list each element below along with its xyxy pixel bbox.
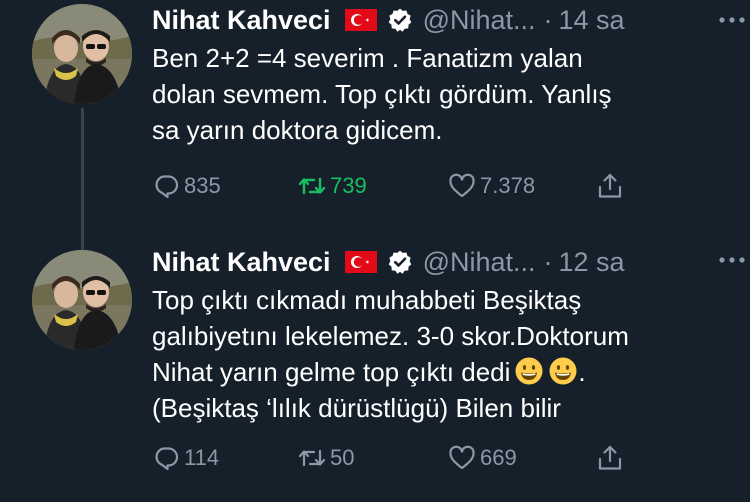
grinning-face-emoji-icon [514, 356, 544, 386]
reply-count: 114 [184, 445, 220, 470]
reply-button[interactable]: 114 [152, 438, 219, 478]
grinning-face-emoji-icon [548, 356, 578, 386]
tweet-text: Top çıktı cıkmadı muhabbeti Beşiktaş gal… [152, 282, 730, 426]
tweet-text-fragment: . [578, 357, 586, 387]
tweet-text-line: Ben 2+2 =4 severim . Fanatizm yalan [152, 43, 583, 73]
retweet-button[interactable]: 739 [298, 166, 367, 206]
tweet[interactable]: Nihat Kahveci @Nihat... · 14 sa Ben 2+2 … [0, 0, 750, 240]
reply-icon [155, 175, 179, 199]
tweet-actions: 835 739 7.378 [152, 166, 652, 206]
timestamp[interactable]: 12 sa [559, 247, 625, 278]
share-button[interactable] [596, 166, 628, 206]
tweet-actions: 114 50 669 [152, 438, 652, 478]
verified-badge-icon [387, 7, 413, 33]
share-icon [598, 445, 622, 470]
retweet-count: 50 [330, 445, 355, 470]
tweet-text-line: dolan sevmem. Top çıktı gördüm. Yanlış [152, 79, 612, 109]
tweet-text-line: Top çıktı cıkmadı muhabbeti Beşiktaş [152, 285, 582, 315]
share-icon [598, 173, 622, 198]
like-button[interactable]: 7.378 [448, 166, 535, 206]
reply-count: 835 [184, 173, 221, 198]
display-name[interactable]: Nihat Kahveci [152, 5, 331, 36]
retweet-button[interactable]: 50 [298, 438, 354, 478]
tweet-text-fragment: Nihat yarın gelme top çıktı dedi [152, 357, 511, 387]
like-count: 7.378 [480, 173, 536, 198]
share-button[interactable] [596, 438, 628, 478]
heart-icon [449, 173, 475, 198]
retweet-icon [298, 177, 326, 195]
more-options-button[interactable] [718, 0, 746, 40]
reply-button[interactable]: 835 [152, 166, 221, 206]
avatar-photo [32, 4, 132, 104]
user-handle[interactable]: @Nihat... [423, 5, 536, 36]
avatar[interactable] [32, 250, 132, 350]
tweet-text-line: galıbiyetını lekelemez. 3-0 skor.Doktoru… [152, 321, 629, 351]
tweet[interactable]: Nihat Kahveci @Nihat... · 12 sa Top çıkt… [0, 240, 750, 502]
tweet-text-line: (Beşiktaş ‘lılık dürüstlügü) Bilen bilir [152, 393, 561, 423]
avatar-photo [32, 250, 132, 350]
reply-icon [155, 447, 179, 471]
separator-dot: · [543, 246, 553, 277]
tweet-header: Nihat Kahveci @Nihat... · 12 sa [152, 242, 720, 282]
avatar[interactable] [32, 4, 132, 104]
tweet-text: Ben 2+2 =4 severim . Fanatizm yalan dola… [152, 40, 730, 148]
tweet-header: Nihat Kahveci @Nihat... · 14 sa [152, 0, 720, 40]
timestamp[interactable]: 14 sa [559, 5, 625, 36]
like-button[interactable]: 669 [448, 438, 517, 478]
turkey-flag-icon [344, 9, 377, 31]
more-options-button[interactable] [718, 240, 746, 280]
more-dots-icon [719, 17, 745, 23]
separator-dot: · [543, 4, 553, 35]
tweet-text-line: sa yarın doktora gidicem. [152, 115, 443, 145]
heart-icon [449, 445, 475, 470]
verified-badge-icon [387, 249, 413, 275]
retweet-count: 739 [330, 173, 367, 198]
retweet-icon [298, 449, 326, 467]
more-dots-icon [719, 257, 745, 263]
like-count: 669 [480, 445, 517, 470]
user-handle[interactable]: @Nihat... [423, 247, 536, 278]
turkey-flag-icon [344, 251, 377, 273]
tweet-text-line: Nihat yarın gelme top çıktı dedi. [152, 354, 730, 390]
display-name[interactable]: Nihat Kahveci [152, 247, 331, 278]
